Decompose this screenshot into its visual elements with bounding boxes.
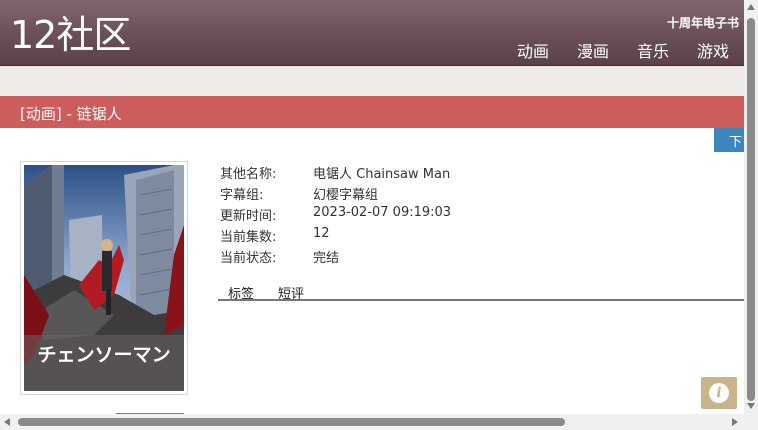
tab-short-reviews[interactable]: 短评: [278, 283, 304, 302]
poster-image[interactable]: チェンソーマン: [24, 165, 184, 391]
scroll-down-arrow-icon[interactable]: [747, 403, 755, 409]
scroll-right-arrow-icon[interactable]: [732, 418, 738, 426]
nav-item-anime[interactable]: 动画: [517, 38, 549, 62]
info-button[interactable]: i: [701, 377, 737, 409]
horizontal-scroll-thumb[interactable]: [18, 418, 565, 426]
scroll-up-arrow-icon[interactable]: [747, 4, 755, 10]
site-header: 12社区 十周年电子书 动画 漫画 音乐 游戏: [0, 0, 745, 66]
nav-item-music[interactable]: 音乐: [637, 38, 669, 62]
info-label: 当前状态:: [220, 251, 277, 266]
info-icon: i: [709, 383, 729, 403]
main-nav: 动画 漫画 音乐 游戏: [517, 38, 729, 62]
site-logo[interactable]: 12社区: [10, 12, 131, 58]
sub-bar: [0, 66, 745, 96]
vertical-scroll-thumb[interactable]: [747, 18, 755, 401]
horizontal-scrollbar[interactable]: [0, 414, 758, 430]
title-bar: [动画] - 链锯人: [0, 96, 745, 128]
nav-item-games[interactable]: 游戏: [697, 38, 729, 62]
info-value: 12: [313, 226, 330, 241]
scroll-left-arrow-icon[interactable]: [4, 418, 10, 426]
info-label: 其他名称:: [220, 167, 277, 182]
nav-item-manga[interactable]: 漫画: [577, 38, 609, 62]
anniversary-ebook-link[interactable]: 十周年电子书: [667, 14, 739, 31]
tab-tags[interactable]: 标签: [228, 283, 254, 302]
download-button[interactable]: 下: [714, 128, 745, 152]
poster-frame: チェンソーマン: [20, 161, 188, 395]
detail-tabs: 标签 短评: [218, 283, 745, 302]
info-value: 电锯人 Chainsaw Man: [313, 167, 451, 182]
info-label: 字幕组:: [220, 188, 264, 203]
info-value[interactable]: 幻樱字幕组: [313, 184, 378, 203]
info-value: 2023-02-07 09:19:03: [313, 205, 452, 220]
page-title: [动画] - 链锯人: [20, 105, 122, 123]
info-label: 更新时间:: [220, 209, 277, 224]
info-value: 完结: [313, 251, 340, 266]
vertical-scrollbar[interactable]: [744, 0, 758, 414]
info-label: 当前集数:: [220, 230, 277, 245]
poster-logo-text: チェンソーマン: [37, 344, 170, 366]
